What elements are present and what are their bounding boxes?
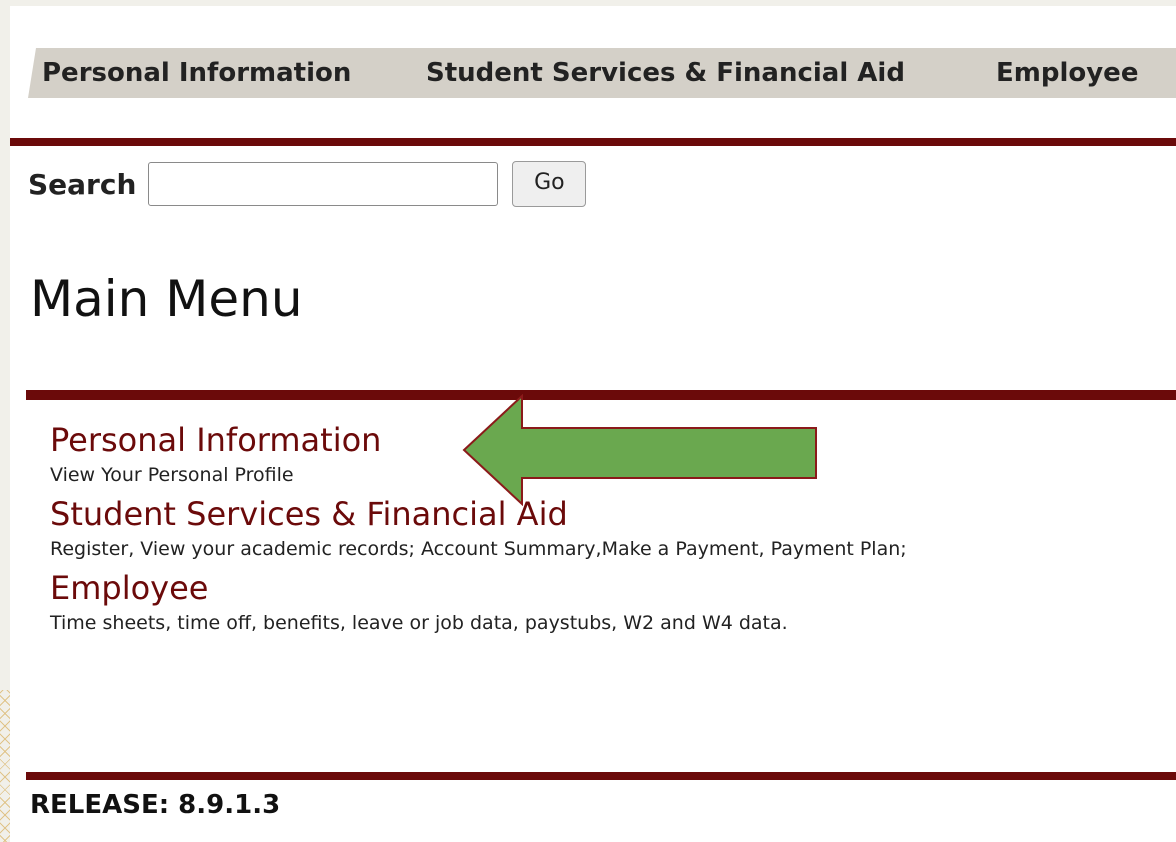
go-button[interactable]: Go	[512, 161, 587, 207]
tab-personal-information[interactable]: Personal Information	[28, 48, 430, 98]
menu-link-personal-information[interactable]: Personal Information	[50, 418, 381, 462]
tabs-underline	[10, 138, 1176, 146]
tab-student-services[interactable]: Student Services & Financial Aid	[412, 48, 1000, 98]
footer-divider	[26, 772, 1176, 780]
page-title: Main Menu	[30, 270, 303, 328]
menu-desc-employee: Time sheets, time off, benefits, leave o…	[50, 612, 788, 634]
menu-desc-student-services: Register, View your academic records; Ac…	[50, 538, 907, 560]
release-version: RELEASE: 8.9.1.3	[30, 790, 281, 820]
tab-employee[interactable]: Employee	[982, 48, 1176, 98]
menu-link-employee[interactable]: Employee	[50, 566, 208, 610]
search-label: Search	[28, 167, 137, 201]
decorative-border	[0, 690, 10, 842]
search-row: Search Go	[28, 156, 587, 212]
left-arrow-icon	[462, 394, 817, 506]
menu-item-employee: Employee Time sheets, time off, benefits…	[50, 566, 1176, 636]
main-tabs: Personal Information Student Services & …	[10, 42, 1176, 146]
app-frame: Personal Information Student Services & …	[10, 6, 1176, 842]
search-input[interactable]	[148, 162, 499, 206]
